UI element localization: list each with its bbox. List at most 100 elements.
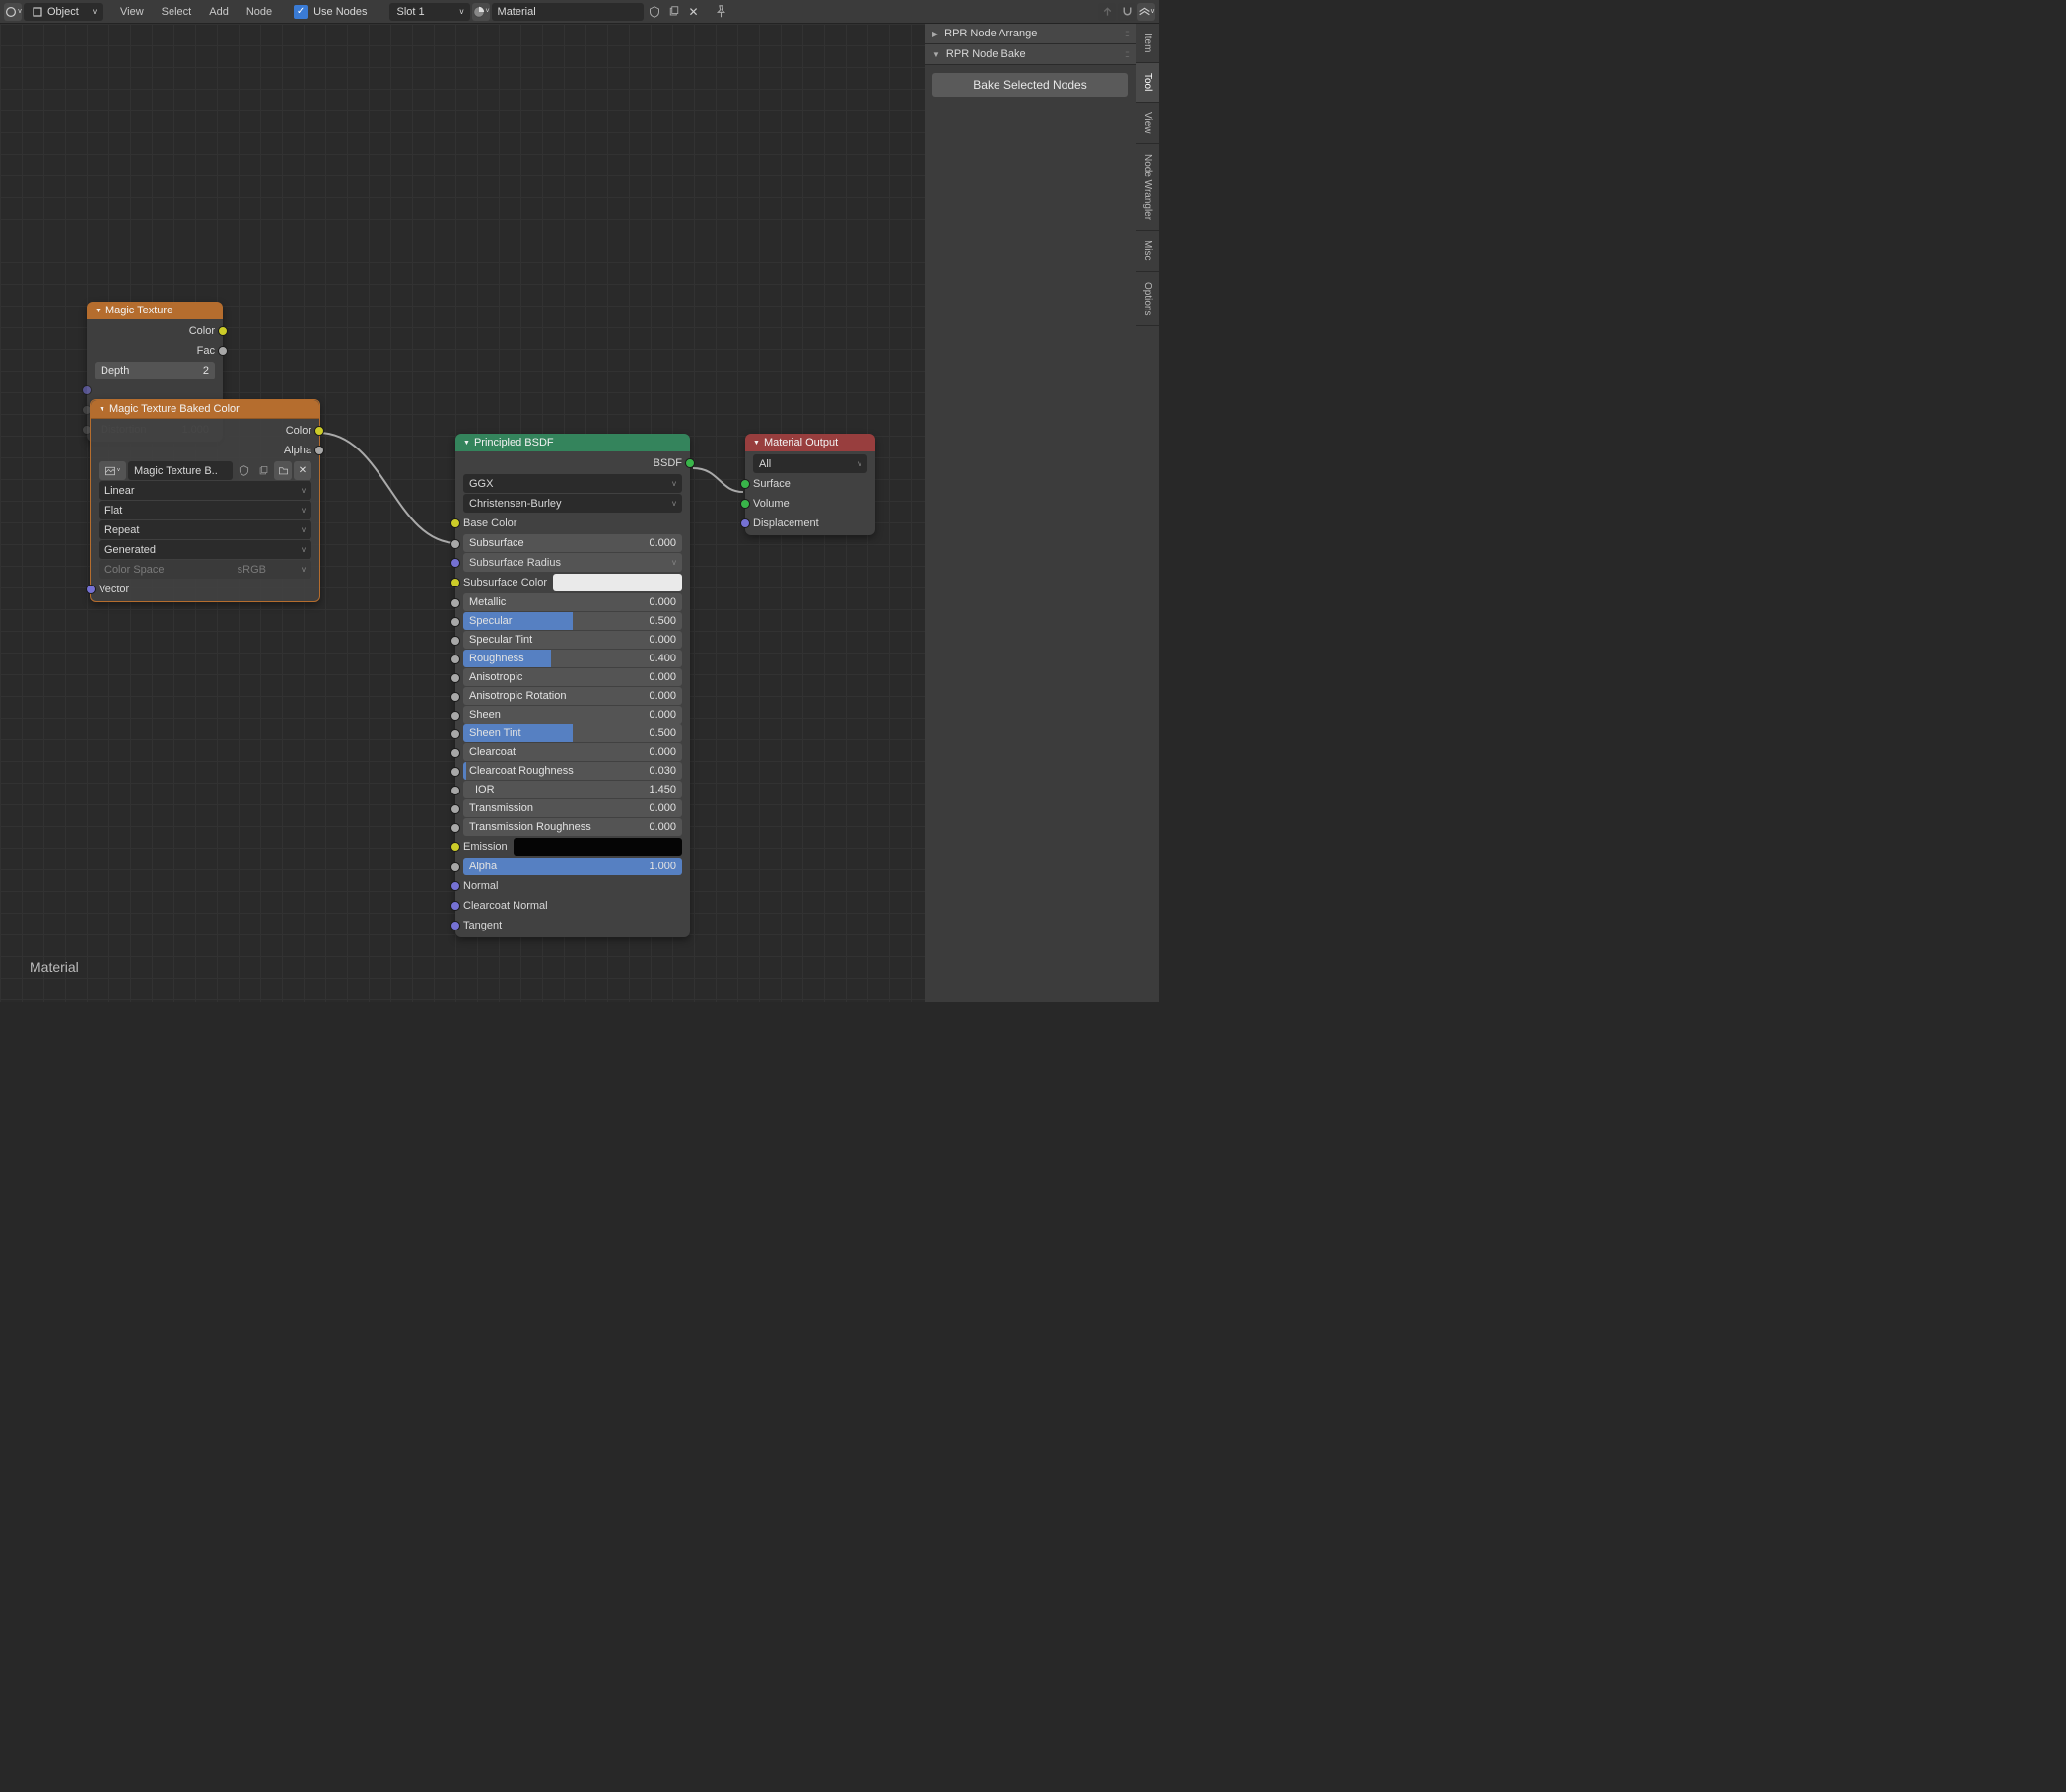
socket-in[interactable] — [450, 748, 460, 758]
socket-in[interactable] — [450, 692, 460, 702]
node-header[interactable]: ▼ Magic Texture Baked Color — [91, 400, 319, 419]
value-slider[interactable]: Clearcoat Roughness0.030 — [463, 762, 682, 780]
value-slider[interactable]: Transmission Roughness0.000 — [463, 818, 682, 836]
socket-in[interactable] — [450, 598, 460, 608]
material-browse-icon[interactable]: ˅ — [472, 3, 490, 21]
value-slider[interactable]: Sheen0.000 — [463, 706, 682, 724]
tab-view[interactable]: View — [1136, 103, 1159, 145]
snap-icon[interactable] — [1118, 3, 1136, 21]
socket-fac-out[interactable] — [218, 346, 228, 356]
distribution-dropdown[interactable]: GGXv — [463, 474, 682, 493]
ext-dropdown[interactable]: Repeatv — [99, 520, 311, 539]
color-swatch[interactable] — [514, 838, 682, 856]
socket-vector-in[interactable] — [82, 385, 92, 395]
value-slider[interactable]: Metallic0.000 — [463, 593, 682, 611]
sss-dropdown[interactable]: Christensen-Burleyv — [463, 494, 682, 513]
drag-icon[interactable]: :::: — [1125, 29, 1128, 39]
socket-in[interactable] — [450, 558, 460, 568]
menu-select[interactable]: Select — [154, 6, 200, 18]
socket-in[interactable] — [450, 655, 460, 664]
socket-in[interactable] — [450, 636, 460, 646]
color-input[interactable]: Emission — [455, 837, 690, 857]
value-slider[interactable]: Sheen Tint0.500 — [463, 724, 682, 742]
overlay-icon[interactable]: v — [1137, 3, 1155, 21]
mode-dropdown[interactable]: Object v — [24, 3, 103, 21]
value-slider[interactable]: Specular0.500 — [463, 612, 682, 630]
socket-surface-in[interactable] — [740, 479, 750, 489]
image-name-input[interactable] — [128, 461, 233, 480]
panel-section-arrange[interactable]: ▶ RPR Node Arrange :::: — [925, 24, 1136, 44]
fake-user-icon[interactable] — [235, 461, 252, 480]
value-slider[interactable]: Anisotropic0.000 — [463, 668, 682, 686]
fake-user-icon[interactable] — [646, 3, 663, 21]
panel-section-bake[interactable]: ▼ RPR Node Bake :::: — [925, 44, 1136, 65]
proj-dropdown[interactable]: Flatv — [99, 501, 311, 519]
socket-baked-color-out[interactable] — [314, 426, 324, 436]
bake-button[interactable]: Bake Selected Nodes — [932, 73, 1128, 97]
socket-vector-in[interactable] — [86, 585, 96, 594]
drag-icon[interactable]: :::: — [1125, 49, 1128, 60]
socket-in[interactable] — [450, 804, 460, 814]
socket-in[interactable] — [450, 673, 460, 683]
socket-in[interactable] — [450, 823, 460, 833]
node-header[interactable]: ▼ Magic Texture — [87, 302, 223, 319]
socket-bsdf-out[interactable] — [685, 458, 695, 468]
node-magic-texture-baked[interactable]: ▼ Magic Texture Baked Color Color Alpha … — [90, 399, 320, 602]
value-slider[interactable]: Specular Tint0.000 — [463, 631, 682, 649]
socket-in[interactable] — [450, 711, 460, 721]
socket-in[interactable] — [450, 862, 460, 872]
unlink-image-icon[interactable]: ✕ — [294, 461, 311, 480]
socket-in[interactable] — [450, 767, 460, 777]
target-dropdown[interactable]: Allv — [753, 454, 867, 473]
collapse-icon[interactable]: ▼ — [463, 440, 470, 447]
value-slider[interactable]: Transmission0.000 — [463, 799, 682, 817]
collapse-icon[interactable]: ▼ — [99, 406, 105, 413]
socket-in[interactable] — [450, 617, 460, 627]
collapse-icon[interactable]: ▼ — [753, 440, 760, 447]
pin-icon[interactable] — [713, 3, 730, 21]
socket-baked-alpha-out[interactable] — [314, 446, 324, 455]
parent-node-icon[interactable] — [1098, 3, 1116, 21]
node-canvas[interactable]: ▼ Magic Texture Color Fac Depth2 Scale5.… — [0, 24, 946, 1002]
tab-node-wrangler[interactable]: Node Wrangler — [1136, 144, 1159, 231]
node-material-output[interactable]: ▼ Material Output Allv Surface Volume Di… — [745, 434, 875, 535]
color-swatch[interactable] — [553, 574, 682, 591]
tab-options[interactable]: Options — [1136, 272, 1159, 326]
menu-add[interactable]: Add — [201, 6, 237, 18]
value-slider[interactable]: Roughness0.400 — [463, 650, 682, 667]
tab-item[interactable]: Item — [1136, 24, 1159, 63]
socket-volume-in[interactable] — [740, 499, 750, 509]
unlink-icon[interactable]: ✕ — [685, 3, 703, 21]
use-nodes-checkbox[interactable]: ✓ — [294, 5, 308, 19]
socket-in[interactable] — [450, 786, 460, 795]
tab-misc[interactable]: Misc — [1136, 231, 1159, 272]
socket-in[interactable] — [450, 539, 460, 549]
socket-color-out[interactable] — [218, 326, 228, 336]
material-name-input[interactable] — [492, 3, 644, 21]
collapse-icon[interactable]: ▼ — [95, 308, 102, 314]
new-material-icon[interactable] — [665, 3, 683, 21]
value-slider[interactable]: Clearcoat0.000 — [463, 743, 682, 761]
node-header[interactable]: ▼ Principled BSDF — [455, 434, 690, 451]
editor-type-icon[interactable]: v — [4, 3, 22, 21]
duplicate-icon[interactable] — [254, 461, 272, 480]
socket-displacement-in[interactable] — [740, 518, 750, 528]
value-slider[interactable]: IOR1.450 — [463, 781, 682, 798]
value-slider[interactable]: Subsurface0.000 — [463, 534, 682, 552]
tab-tool[interactable]: Tool — [1136, 63, 1159, 102]
socket-base-color-in[interactable] — [450, 518, 460, 528]
slot-dropdown[interactable]: Slot 1v — [389, 3, 470, 21]
socket-in[interactable] — [450, 729, 460, 739]
node-principled-bsdf[interactable]: ▼ Principled BSDF BSDF GGXv Christensen-… — [455, 434, 690, 937]
colorspace-dropdown[interactable]: Color SpacesRGBv — [99, 560, 311, 579]
value-slider[interactable]: Alpha1.000 — [463, 858, 682, 875]
menu-view[interactable]: View — [112, 6, 152, 18]
src-dropdown[interactable]: Generatedv — [99, 540, 311, 559]
interp-dropdown[interactable]: Linearv — [99, 481, 311, 500]
color-input[interactable]: Subsurface Color — [455, 573, 690, 592]
image-browse-icon[interactable]: ˅ — [99, 461, 126, 480]
depth-slider[interactable]: Depth2 — [95, 362, 215, 379]
value-slider[interactable]: Anisotropic Rotation0.000 — [463, 687, 682, 705]
open-icon[interactable] — [274, 461, 292, 480]
menu-node[interactable]: Node — [239, 6, 280, 18]
